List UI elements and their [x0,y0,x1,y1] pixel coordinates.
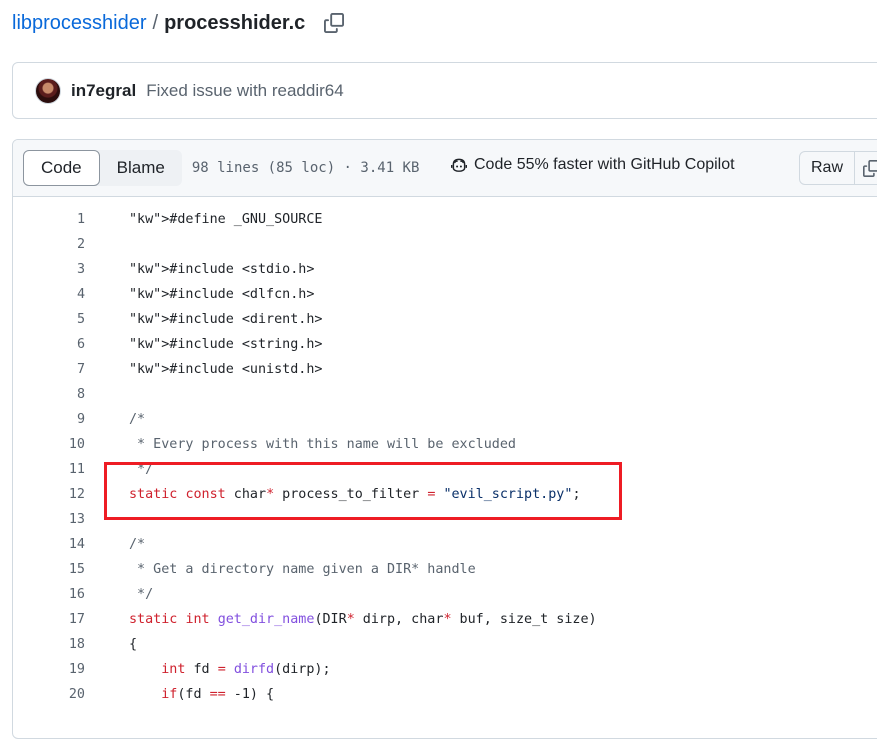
copy-icon [324,13,345,33]
line-number[interactable]: 13 [13,512,85,527]
line-number[interactable]: 5 [13,312,85,327]
code-line: 1 "kw">#define _GNU_SOURCE [13,207,877,232]
code-line: 7 "kw">#include <unistd.h> [13,357,877,382]
file-viewer: Code Blame 98 lines (85 loc) · 3.41 KB C… [12,139,877,739]
line-number[interactable]: 19 [13,662,85,677]
copy-path-button[interactable] [321,10,347,36]
code-listing: 1 "kw">#define _GNU_SOURCE 2 3 "kw">#include… [13,197,877,707]
line-number[interactable]: 15 [13,562,85,577]
code-line: 20 if(fd == -1) { [13,682,877,707]
line-number[interactable]: 14 [13,537,85,552]
line-number[interactable]: 4 [13,287,85,302]
raw-button[interactable]: Raw [800,152,854,184]
copilot-promo-link[interactable]: Code 55% faster with GitHub Copilot [450,156,735,174]
line-number[interactable]: 7 [13,362,85,377]
code-line: 10 * Every process with this name will b… [13,432,877,457]
code-line: 16 */ [13,582,877,607]
code-text: */ [129,587,154,602]
code-line: 15 * Get a directory name given a DIR* h… [13,557,877,582]
code-text: "kw">#include <string.h> [129,337,323,352]
code-line: 19 int fd = dirfd(dirp); [13,657,877,682]
tab-code[interactable]: Code [23,150,100,186]
code-text: { [129,637,138,652]
code-text: */ [129,462,154,477]
line-number[interactable]: 1 [13,212,85,227]
code-text: "kw">#include <stdio.h> [129,262,315,277]
line-number[interactable]: 11 [13,462,85,477]
code-line: 2 [13,232,877,257]
code-text: * Every process with this name will be e… [129,437,516,452]
latest-commit-box: in7egral Fixed issue with readdir64 [12,62,877,119]
avatar[interactable] [35,77,61,104]
code-line: 17 static int get_dir_name(DIR* dirp, cha… [13,607,877,632]
code-text: if(fd == -1) { [161,687,275,702]
line-number[interactable]: 12 [13,487,85,502]
file-meta: 98 lines (85 loc) · 3.41 KB [191,160,420,176]
copy-raw-button[interactable] [854,152,877,184]
line-number[interactable]: 17 [13,612,85,627]
copilot-text: Code 55% faster with GitHub Copilot [474,156,735,173]
line-number[interactable]: 16 [13,587,85,602]
file-name: processhider.c [164,11,306,34]
code-text: "kw">#define _GNU_SOURCE [129,212,323,227]
line-number[interactable]: 3 [13,262,85,277]
line-number[interactable]: 2 [13,237,85,252]
view-toggle: Code Blame [23,150,182,186]
code-text: /* [129,537,146,552]
line-number[interactable]: 8 [13,387,85,402]
code-text: "kw">#include <unistd.h> [129,362,323,377]
code-line: 14 /* [13,532,877,557]
commit-message[interactable]: Fixed issue with readdir64 [146,81,343,101]
code-line: 6 "kw">#include <string.h> [13,332,877,357]
breadcrumb-separator: / [152,11,159,34]
tab-blame[interactable]: Blame [100,150,182,186]
code-line: 8 [13,382,877,407]
repo-link[interactable]: libprocesshider [12,12,147,35]
code-text: "kw">#include <dlfcn.h> [129,287,315,302]
code-text: * Get a directory name given a DIR* hand… [129,562,476,577]
code-text: "kw">#include <dirent.h> [129,312,323,327]
code-line: 9 /* [13,407,877,432]
breadcrumb: libprocesshider / processhider.c [12,8,347,38]
code-line: 13 [13,507,877,532]
code-line: 4 "kw">#include <dlfcn.h> [13,282,877,307]
copy-icon [863,159,877,177]
code-line: 3 "kw">#include <stdio.h> [13,257,877,282]
code-line: 5 "kw">#include <dirent.h> [13,307,877,332]
commit-author[interactable]: in7egral [71,81,136,101]
code-line: 11 */ [13,457,877,482]
file-actions: Raw [799,151,877,185]
copilot-icon [450,156,468,174]
line-number[interactable]: 18 [13,637,85,652]
line-number[interactable]: 20 [13,687,85,702]
code-text: static const char* process_to_filter = "… [129,487,581,502]
line-number[interactable]: 6 [13,337,85,352]
file-header: Code Blame 98 lines (85 loc) · 3.41 KB C… [13,140,877,197]
line-number[interactable]: 10 [13,437,85,452]
code-text: /* [129,412,146,427]
code-text: static int get_dir_name(DIR* dirp, char*… [129,612,597,627]
line-number[interactable]: 9 [13,412,85,427]
code-text: int fd = dirfd(dirp); [161,662,331,677]
code-line: 18 { [13,632,877,657]
code-line: 12 static const char* process_to_filter =… [13,482,877,507]
